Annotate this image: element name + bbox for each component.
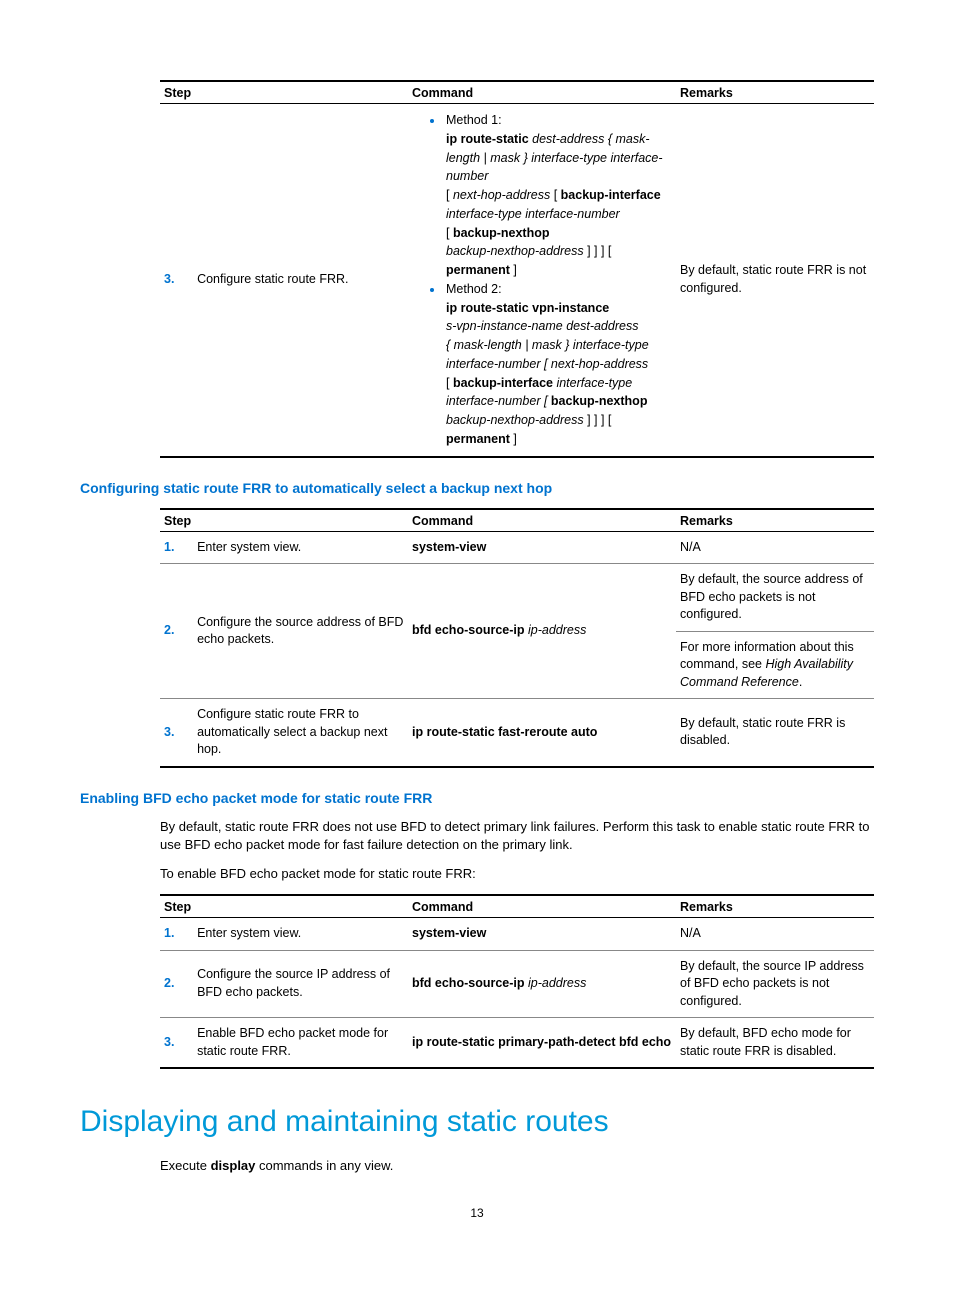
command-cell: ip route-static primary-path-detect bfd … bbox=[408, 1018, 676, 1069]
cmd-text: backup-nexthop bbox=[453, 226, 550, 240]
th-command: Command bbox=[408, 509, 676, 532]
step-desc: Configure the source address of BFD echo… bbox=[193, 564, 408, 699]
command-cell: bfd echo-source-ip ip-address bbox=[408, 950, 676, 1018]
remarks-cell: By default, BFD echo mode for static rou… bbox=[676, 1018, 874, 1069]
table-frr-config: Step Command Remarks 3. Configure static… bbox=[160, 80, 874, 458]
page-title-displaying: Displaying and maintaining static routes bbox=[80, 1105, 874, 1139]
cmd-text: [ bbox=[446, 376, 453, 390]
step-number: 1. bbox=[160, 531, 193, 564]
table-row: 2. Configure the source IP address of BF… bbox=[160, 950, 874, 1018]
cmd-text: backup-interface bbox=[561, 188, 661, 202]
step-number: 2. bbox=[160, 950, 193, 1018]
cmd-text: backup-nexthop-address bbox=[446, 244, 584, 258]
th-command: Command bbox=[408, 895, 676, 918]
step-number: 3. bbox=[160, 104, 193, 457]
command-cell: Method 1: ip route-static dest-address {… bbox=[408, 104, 676, 457]
paragraph-bfd-desc: By default, static route FRR does not us… bbox=[160, 818, 874, 856]
cmd-text: bfd echo-source-ip bbox=[412, 976, 528, 990]
cmd-text: s-vpn-instance-name dest-address bbox=[446, 319, 638, 333]
table-row: 3. Enable BFD echo packet mode for stati… bbox=[160, 1018, 874, 1069]
step-desc: Configure static route FRR. bbox=[193, 104, 408, 457]
command-cell: bfd echo-source-ip ip-address bbox=[408, 564, 676, 699]
remarks-cell: N/A bbox=[676, 531, 874, 564]
step-desc: Enable BFD echo packet mode for static r… bbox=[193, 1018, 408, 1069]
cmd-text: ] bbox=[510, 263, 517, 277]
table-row: 1. Enter system view. system-view N/A bbox=[160, 918, 874, 951]
remarks-cell: By default, static route FRR is not conf… bbox=[676, 104, 874, 457]
cmd-text: interface-type interface-number bbox=[446, 207, 620, 221]
remarks-cell: N/A bbox=[676, 918, 874, 951]
method2-label: Method 2: bbox=[446, 282, 502, 296]
remarks-text: By default, the source address of BFD ec… bbox=[676, 564, 874, 632]
cmd-text: permanent bbox=[446, 432, 510, 446]
th-command: Command bbox=[408, 81, 676, 104]
step-number: 3. bbox=[160, 699, 193, 767]
cmd-text: backup-nexthop-address bbox=[446, 413, 584, 427]
cmd-text: bfd echo-source-ip bbox=[412, 623, 528, 637]
th-remarks: Remarks bbox=[676, 895, 874, 918]
method1-label: Method 1: bbox=[446, 113, 502, 127]
table-autoselect: Step Command Remarks 1. Enter system vie… bbox=[160, 508, 874, 768]
page-number: 13 bbox=[80, 1206, 874, 1220]
paragraph-execute-display: Execute display commands in any view. bbox=[160, 1157, 874, 1176]
cmd-text: ] ] ] [ bbox=[584, 413, 612, 427]
step-desc: Configure static route FRR to automatica… bbox=[193, 699, 408, 767]
section-title-bfd-echo: Enabling BFD echo packet mode for static… bbox=[80, 790, 874, 806]
table-row: 1. Enter system view. system-view N/A bbox=[160, 531, 874, 564]
cmd-text: ip-address bbox=[528, 623, 586, 637]
cmd-text: ] bbox=[510, 432, 517, 446]
step-desc: Enter system view. bbox=[193, 918, 408, 951]
cmd-text: permanent bbox=[446, 263, 510, 277]
bullet-icon bbox=[430, 288, 434, 292]
cmd-text: next-hop-address bbox=[453, 188, 550, 202]
remarks-cell: By default, the source IP address of BFD… bbox=[676, 950, 874, 1018]
th-step: Step bbox=[160, 509, 408, 532]
step-desc: Enter system view. bbox=[193, 531, 408, 564]
text: Execute bbox=[160, 1158, 211, 1173]
remarks-cell: By default, static route FRR is disabled… bbox=[676, 699, 874, 767]
table-row: 3. Configure static route FRR to automat… bbox=[160, 699, 874, 767]
cmd-text: [ bbox=[446, 226, 453, 240]
step-number: 2. bbox=[160, 564, 193, 699]
cmd-text: ip route-static vpn-instance bbox=[446, 301, 609, 315]
text: display bbox=[211, 1158, 256, 1173]
cmd-text: ip route-static bbox=[446, 132, 532, 146]
table-row: 3. Configure static route FRR. Method 1:… bbox=[160, 104, 874, 457]
cmd-text: [ bbox=[446, 188, 453, 202]
th-step: Step bbox=[160, 81, 408, 104]
command-cell: ip route-static fast-reroute auto bbox=[408, 699, 676, 767]
cmd-text: { mask-length | mask } interface-type in… bbox=[446, 338, 649, 371]
cmd-text: ] ] ] [ bbox=[584, 244, 612, 258]
remarks-text: . bbox=[799, 675, 802, 689]
th-step: Step bbox=[160, 895, 408, 918]
cmd-text: backup-interface bbox=[453, 376, 553, 390]
cmd-text: [ bbox=[550, 188, 560, 202]
remarks-cell: By default, the source address of BFD ec… bbox=[676, 564, 874, 699]
step-number: 1. bbox=[160, 918, 193, 951]
th-remarks: Remarks bbox=[676, 509, 874, 532]
section-title-autoselect: Configuring static route FRR to automati… bbox=[80, 480, 874, 496]
command-cell: system-view bbox=[408, 918, 676, 951]
step-desc: Configure the source IP address of BFD e… bbox=[193, 950, 408, 1018]
cmd-text: backup-nexthop bbox=[551, 394, 648, 408]
text: commands in any view. bbox=[255, 1158, 393, 1173]
table-bfd-echo: Step Command Remarks 1. Enter system vie… bbox=[160, 894, 874, 1069]
command-cell: system-view bbox=[408, 531, 676, 564]
cmd-text: ip-address bbox=[528, 976, 586, 990]
step-number: 3. bbox=[160, 1018, 193, 1069]
bullet-icon bbox=[430, 119, 434, 123]
th-remarks: Remarks bbox=[676, 81, 874, 104]
table-row: 2. Configure the source address of BFD e… bbox=[160, 564, 874, 699]
paragraph-bfd-enable: To enable BFD echo packet mode for stati… bbox=[160, 865, 874, 884]
